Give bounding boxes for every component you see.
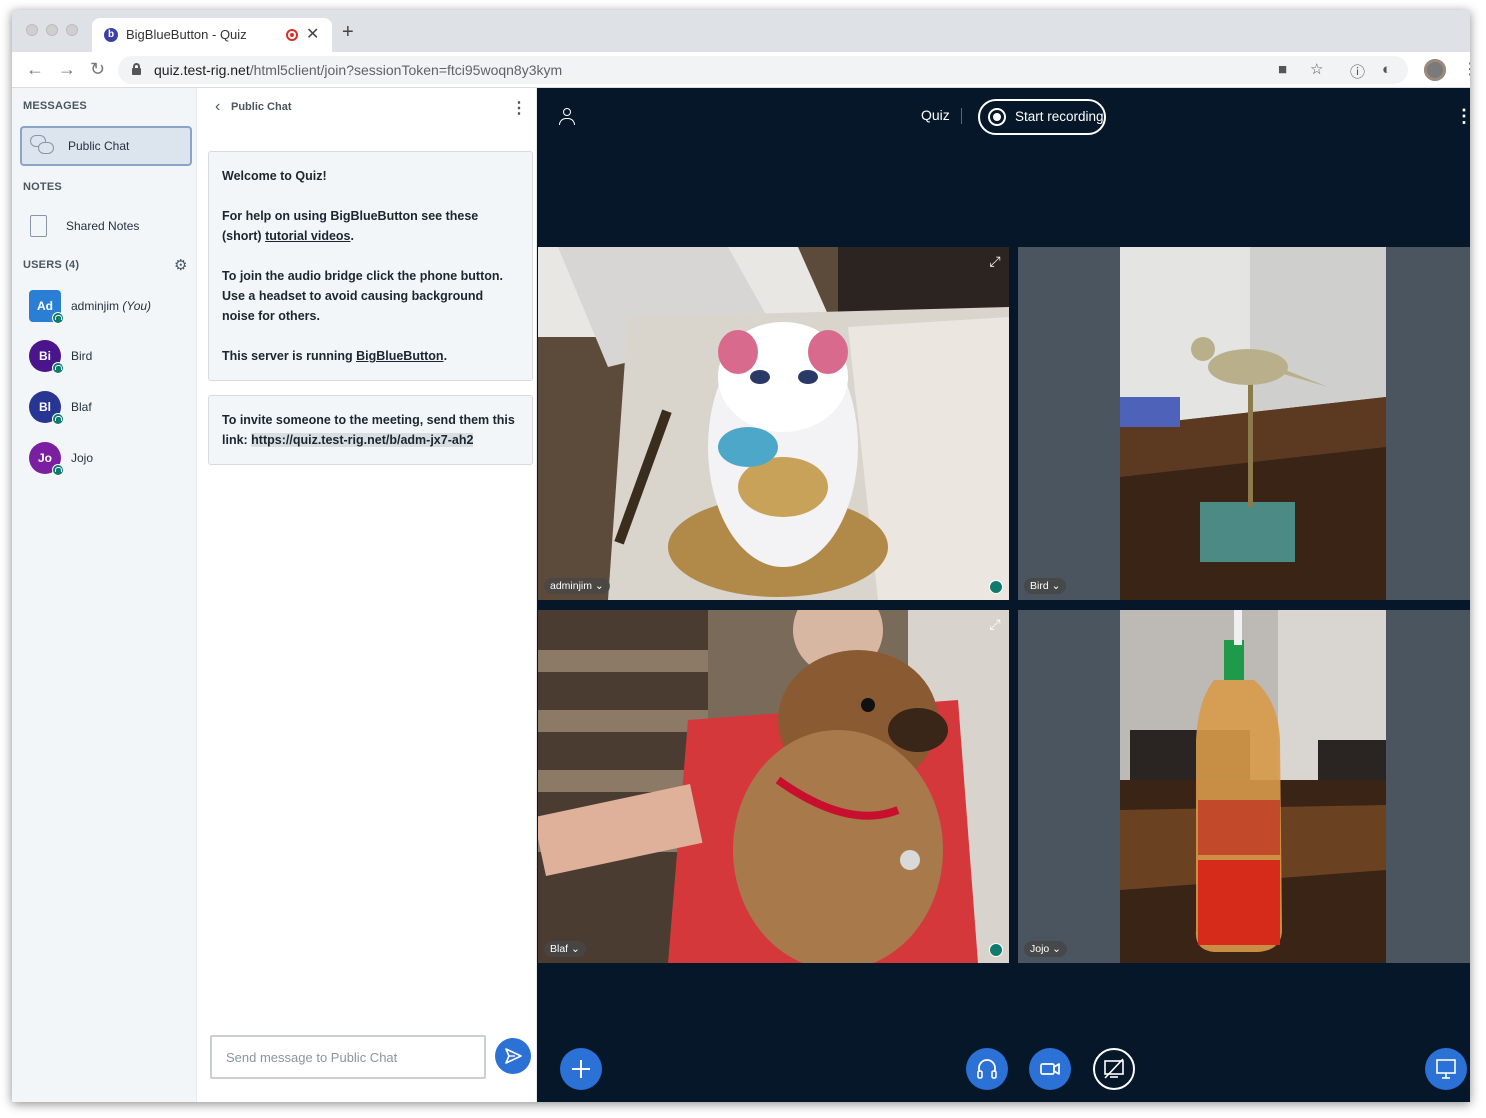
video-feed: [538, 610, 1009, 963]
address-bar[interactable]: quiz.test-rig.net/html5client/join?sessi…: [118, 56, 1408, 84]
headset-icon: [52, 362, 64, 374]
send-message-button[interactable]: [495, 1038, 531, 1074]
user-name: Blaf: [71, 400, 92, 414]
video-name-tag[interactable]: Blaf ⌄: [544, 941, 586, 957]
camera-in-use-icon[interactable]: ■: [1278, 61, 1287, 79]
url-text: quiz.test-rig.net/html5client/join?sessi…: [154, 62, 563, 78]
chat-message-input[interactable]: Send message to Public Chat: [210, 1035, 486, 1079]
headset-icon: [52, 413, 64, 425]
video-tile-adminjim[interactable]: ⤢ adminjim ⌄: [538, 247, 1009, 600]
invite-link[interactable]: https://quiz.test-rig.net/b/adm-jx7-ah2: [251, 433, 474, 447]
presentation-button[interactable]: [1425, 1048, 1467, 1090]
bigbluebutton-link[interactable]: BigBlueButton: [356, 349, 443, 363]
close-tab-icon[interactable]: ✕: [306, 24, 319, 44]
browser-tab[interactable]: b BigBlueButton - Quiz ✕: [92, 18, 332, 52]
extension-info-icon[interactable]: ⓘ: [1350, 61, 1365, 82]
user-list-panel: MESSAGES Public Chat NOTES Shared Notes …: [12, 88, 197, 1102]
browser-menu-icon[interactable]: ⋮: [1462, 59, 1470, 79]
maximize-window-button[interactable]: [66, 24, 78, 36]
profile-avatar[interactable]: [1424, 59, 1446, 81]
messages-heading: MESSAGES: [23, 100, 87, 112]
headset-icon: [989, 580, 1003, 594]
video-feed: [1018, 610, 1470, 963]
headset-icon: [977, 1059, 997, 1079]
video-name-tag[interactable]: adminjim ⌄: [544, 578, 610, 594]
user-item-bird[interactable]: Bi Bird: [29, 340, 189, 374]
user-name: Bird: [71, 349, 93, 363]
record-icon: [988, 108, 1006, 126]
browser-window: b BigBlueButton - Quiz ✕ + ← → ↻ quiz.te…: [12, 10, 1470, 1102]
share-screen-button[interactable]: [1093, 1048, 1135, 1090]
presentation-icon: [1436, 1059, 1456, 1079]
user-item-adminjim[interactable]: Ad adminjim (You): [29, 290, 189, 324]
tab-bar: b BigBlueButton - Quiz ✕ +: [12, 10, 1470, 52]
sidebar-item-shared-notes[interactable]: Shared Notes: [66, 219, 139, 233]
tab-title: BigBlueButton - Quiz: [126, 27, 247, 42]
actions-plus-button[interactable]: [560, 1048, 602, 1090]
reload-icon[interactable]: ↻: [90, 59, 105, 79]
shared-notes-icon: [25, 215, 47, 241]
fullscreen-icon[interactable]: ⤢: [987, 253, 1003, 269]
sidebar-item-public-chat[interactable]: Public Chat: [20, 126, 192, 166]
gear-icon[interactable]: ⚙: [174, 258, 187, 273]
screen-share-off-icon: [1104, 1058, 1124, 1079]
welcome-message: Welcome to Quiz! For help on using BigBl…: [208, 151, 533, 381]
audio-headset-button[interactable]: [966, 1048, 1008, 1090]
bbb-app: MESSAGES Public Chat NOTES Shared Notes …: [12, 88, 1470, 1102]
user-name: adminjim (You): [71, 299, 152, 313]
minimize-window-button[interactable]: [46, 24, 58, 36]
chat-title[interactable]: Public Chat: [231, 101, 292, 113]
chat-panel: ‹ Public Chat ⋮ Welcome to Quiz! For hel…: [197, 88, 537, 1102]
browser-toolbar: ← → ↻ quiz.test-rig.net/html5client/join…: [12, 52, 1470, 88]
video-feed: [538, 247, 1009, 600]
headset-icon: [989, 943, 1003, 957]
start-recording-button[interactable]: Start recording: [978, 99, 1106, 135]
bbb-favicon-icon: b: [104, 28, 118, 42]
headset-icon: [52, 464, 64, 476]
fullscreen-icon[interactable]: ⤢: [987, 616, 1003, 632]
forward-icon[interactable]: →: [58, 59, 76, 79]
lock-icon: [132, 63, 141, 75]
recording-indicator-icon: [286, 29, 298, 41]
sidebar-item-label: Public Chat: [68, 139, 130, 153]
close-window-button[interactable]: [26, 24, 38, 36]
media-area: Quiz Start recording ⋮ ⤢ adminjim ⌄ Bird…: [537, 88, 1470, 1102]
video-tile-blaf[interactable]: ⤢ Blaf ⌄: [538, 610, 1009, 963]
meeting-title: Quiz: [921, 107, 950, 123]
video-name-tag[interactable]: Bird ⌄: [1024, 578, 1067, 594]
user-item-blaf[interactable]: Bl Blaf: [29, 391, 189, 425]
extension-circle-icon[interactable]: ◐: [1382, 61, 1391, 78]
back-icon[interactable]: ←: [26, 59, 44, 79]
video-camera-icon: [1040, 1063, 1060, 1075]
options-menu-icon[interactable]: ⋮: [1455, 106, 1470, 127]
chat-bubbles-icon: [30, 135, 56, 157]
headset-icon: [52, 312, 64, 324]
users-heading: USERS (4): [23, 259, 80, 271]
send-icon: [505, 1048, 522, 1064]
chat-options-icon[interactable]: ⋮: [511, 98, 527, 118]
video-feed: [1018, 247, 1470, 600]
chevron-left-icon[interactable]: ‹: [215, 98, 220, 116]
invite-message: To invite someone to the meeting, send t…: [208, 395, 533, 465]
new-tab-button[interactable]: +: [342, 22, 354, 42]
notes-heading: NOTES: [23, 181, 62, 193]
user-name: Jojo: [71, 451, 94, 465]
bookmark-star-icon[interactable]: ☆: [1310, 61, 1323, 79]
video-name-tag[interactable]: Jojo ⌄: [1024, 941, 1067, 957]
title-separator: [961, 108, 962, 124]
tutorial-videos-link[interactable]: tutorial videos: [265, 229, 350, 243]
plus-icon: [572, 1060, 590, 1078]
video-tile-bird[interactable]: Bird ⌄: [1018, 247, 1470, 600]
share-webcam-button[interactable]: [1029, 1048, 1071, 1090]
user-item-jojo[interactable]: Jo Jojo: [29, 442, 189, 476]
video-tile-jojo[interactable]: Jojo ⌄: [1018, 610, 1470, 963]
